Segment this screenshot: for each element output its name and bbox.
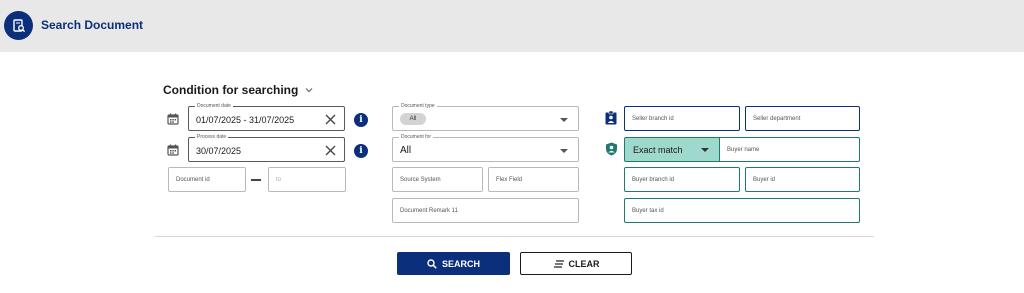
source-system-placeholder: Source System (400, 177, 441, 183)
buyer-tax-id-input[interactable]: Buyer tax id (624, 198, 860, 223)
buyer-branch-id-input[interactable]: Buyer branch id (624, 167, 740, 192)
buyer-tax-id-placeholder: Buyer tax id (632, 208, 664, 214)
buyer-shield-icon (606, 142, 617, 156)
document-date-value: 01/07/2025 - 31/07/2025 (196, 115, 295, 125)
flex-field-input[interactable]: Flex Field (488, 167, 579, 192)
buyer-branch-id-placeholder: Buyer branch id (632, 177, 675, 183)
document-type-label: Document type (399, 102, 437, 110)
document-for-value: All (400, 145, 412, 156)
dropdown-arrow-icon (560, 118, 568, 122)
document-for-select[interactable]: Document for All (392, 133, 579, 162)
info-icon[interactable]: i (354, 144, 368, 158)
seller-department-placeholder: Seller department (753, 116, 801, 122)
clear-button[interactable]: CLEAR (520, 252, 632, 275)
document-search-icon (4, 11, 33, 40)
process-date-label: Process date (195, 133, 229, 141)
source-system-input[interactable]: Source System (392, 167, 483, 192)
seller-branch-id-input[interactable]: Seller branch id (624, 106, 740, 131)
flex-field-placeholder: Flex Field (496, 177, 523, 183)
buyer-name-placeholder: Buyer name (727, 147, 760, 153)
document-type-chip: All (400, 113, 426, 125)
document-date-label: Document date (195, 102, 233, 110)
range-separator (251, 179, 261, 181)
search-button[interactable]: SEARCH (397, 252, 510, 275)
page-header: Search Document (0, 0, 1024, 52)
document-date-field[interactable]: Document date 01/07/2025 - 31/07/2025 (188, 102, 345, 131)
dropdown-arrow-icon (701, 148, 709, 152)
clear-lines-icon (553, 259, 564, 268)
clear-icon[interactable] (325, 114, 336, 125)
document-id-placeholder: Document id (176, 177, 210, 183)
search-button-label: SEARCH (441, 258, 480, 269)
seller-branch-id-placeholder: Seller branch id (632, 116, 674, 122)
match-mode-select[interactable]: Exact match (624, 137, 720, 162)
info-icon[interactable]: i (354, 113, 368, 127)
chevron-down-icon (305, 88, 313, 93)
calendar-icon[interactable] (167, 113, 179, 125)
match-mode-value: Exact match (633, 145, 683, 155)
document-id-to-input[interactable]: to (268, 167, 346, 192)
process-date-field[interactable]: Process date 30/07/2025 (188, 133, 345, 162)
search-icon (427, 258, 437, 269)
clear-icon[interactable] (325, 145, 336, 156)
document-remark-input[interactable]: Document Remark 11 (392, 198, 579, 223)
document-type-select[interactable]: Document type All (392, 102, 579, 131)
buyer-name-input[interactable]: Buyer name (719, 137, 860, 162)
document-for-label: Document for (399, 133, 434, 141)
seller-badge-icon (605, 111, 617, 125)
process-date-value: 30/07/2025 (196, 146, 242, 156)
document-remark-placeholder: Document Remark 11 (400, 208, 458, 214)
page-title: Search Document (41, 18, 144, 32)
seller-department-input[interactable]: Seller department (745, 106, 860, 131)
document-id-to-placeholder: to (276, 177, 282, 183)
buyer-id-input[interactable]: Buyer id (745, 167, 860, 192)
calendar-icon[interactable] (167, 144, 179, 156)
search-conditions-toggle[interactable]: Condition for searching (163, 83, 314, 97)
dropdown-arrow-icon (560, 149, 568, 153)
divider (155, 236, 874, 237)
clear-button-label: CLEAR (568, 258, 600, 269)
document-id-input[interactable]: Document id (168, 167, 246, 192)
buyer-id-placeholder: Buyer id (753, 177, 776, 183)
section-title: Condition for searching (163, 83, 299, 97)
